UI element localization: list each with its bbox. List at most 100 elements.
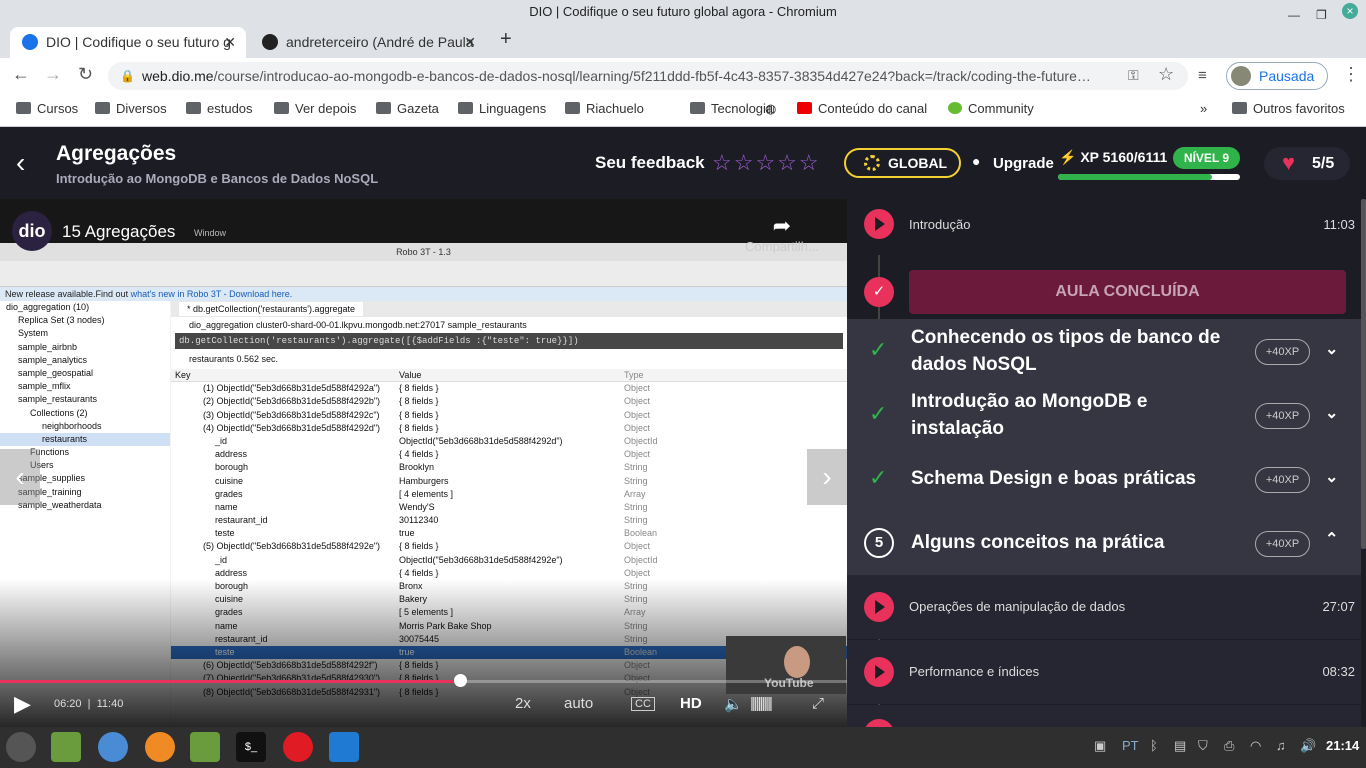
network-icon[interactable]: ▣ [1094, 738, 1106, 754]
close-icon[interactable]: × [1342, 3, 1358, 19]
firefox-icon[interactable] [145, 732, 175, 762]
bookmark-community[interactable]: Community [948, 101, 1034, 116]
seek-handle[interactable] [454, 674, 467, 687]
volume-icon[interactable]: 🔊 [1300, 738, 1316, 754]
more-bookmarks-icon[interactable]: » [1200, 101, 1207, 116]
module-5[interactable]: 5 Alguns conceitos na prática +40XP ⌃ [847, 511, 1361, 575]
table-cell: Brooklyn [399, 462, 435, 473]
opera-icon[interactable] [283, 732, 313, 762]
wifi-icon[interactable]: ◠ [1250, 738, 1261, 754]
close-tab-icon[interactable]: ✕ [464, 27, 476, 58]
media-icon[interactable]: ≡ [1198, 67, 1207, 84]
bookmark-outros[interactable]: Outros favoritos [1232, 101, 1345, 116]
play-icon[interactable]: ▶ [14, 691, 31, 717]
menu-icon[interactable]: ⋮ [1342, 64, 1360, 85]
new-tab-icon[interactable]: + [500, 28, 512, 51]
sidebar-scrollbar[interactable] [1361, 199, 1366, 719]
prev-arrow-icon[interactable]: ‹ [0, 449, 40, 505]
bookmark-cursos[interactable]: Cursos [16, 101, 78, 116]
globe-icon[interactable]: ◍ [765, 101, 776, 117]
video-player[interactable]: Robo 3T - 1.3 New release available.Find… [0, 199, 847, 727]
window-menu: Window [194, 228, 227, 238]
fullscreen-icon[interactable]: ⤢ [812, 695, 824, 712]
chevron-up-icon[interactable]: ⌃ [1325, 529, 1338, 549]
upgrade-link[interactable]: Upgrade [993, 155, 1054, 172]
robo-tab: * db.getCollection('restaurants').aggreg… [171, 301, 847, 317]
play-circle-icon [864, 657, 894, 687]
chevron-down-icon[interactable]: ⌄ [1325, 467, 1338, 487]
scrollbar-thumb[interactable] [1361, 199, 1366, 549]
table-cell: 30112340 [399, 515, 439, 526]
table-row: (5) ObjectId("5eb3d668b31de5d588f4292e")… [171, 540, 847, 553]
bookmark-gazeta[interactable]: Gazeta [376, 101, 439, 116]
key-icon[interactable]: ⚿ [1128, 67, 1139, 84]
bookmark-tecnologia[interactable]: Tecnologia [690, 101, 773, 116]
forward-icon[interactable]: → [44, 64, 62, 85]
url-field[interactable]: 🔒 web.dio.me/course/introducao-ao-mongod… [108, 62, 1188, 90]
shield-icon[interactable]: ⛉ [1198, 738, 1208, 754]
captions-icon[interactable]: CC [631, 697, 655, 711]
speed-button[interactable]: 2x [515, 695, 531, 712]
global-button[interactable]: GLOBAL [844, 148, 961, 178]
folder-icon [1232, 102, 1247, 114]
volume-icon[interactable]: 🔈 [724, 695, 743, 713]
bluetooth-icon[interactable]: ᛒ [1150, 738, 1158, 753]
lesson-completed-button[interactable]: AULA CONCLUÍDA [909, 270, 1346, 314]
lesson-performance[interactable]: Performance e índices 08:32 [847, 640, 1361, 704]
table-cell: (4) ObjectId("5eb3d668b31de5d588f4292d") [203, 422, 381, 433]
bookmark-label: Linguagens [479, 101, 547, 116]
back-icon[interactable]: ← [12, 64, 30, 85]
robo-conn: dio_aggregation cluster0-shard-00-01.lkp… [189, 320, 527, 330]
hd-button[interactable]: HD [680, 695, 702, 712]
tree-item: sample_airbnb [18, 341, 78, 352]
keyboard-lang[interactable]: PT [1122, 738, 1139, 753]
tab-github[interactable]: andreterceiro (André de Paula ✕ [250, 27, 486, 58]
module-1[interactable]: ✓ Conhecendo os tipos de banco de dados … [847, 319, 1361, 383]
video-progress[interactable] [0, 680, 847, 683]
next-arrow-icon[interactable]: › [807, 449, 847, 505]
printer-icon[interactable]: ⎙ [1224, 738, 1234, 754]
folder-icon[interactable] [190, 732, 220, 762]
chevron-down-icon[interactable]: ⌄ [1325, 339, 1338, 359]
back-arrow-icon[interactable]: ‹ [16, 147, 25, 179]
bolt-icon: ⚡ [1059, 149, 1077, 165]
clipboard-icon[interactable]: ▤ [1174, 738, 1186, 754]
volume-slider[interactable]: ||||||||||| [750, 695, 773, 712]
bookmark-ver-depois[interactable]: Ver depois [274, 101, 356, 116]
bookmark-riachuelo[interactable]: Riachuelo [565, 101, 644, 116]
table-cell: cuisine [215, 475, 244, 486]
lesson-intro[interactable]: Introdução 11:03 [847, 199, 1361, 255]
quality-button[interactable]: auto [564, 695, 593, 712]
tab-dio[interactable]: DIO | Codifique o seu futuro g ✕ [10, 27, 246, 58]
vscode-icon[interactable] [329, 732, 359, 762]
lesson-operacoes[interactable]: Operações de manipulação de dados 27:07 [847, 575, 1361, 639]
feedback-stars[interactable]: ☆☆☆☆☆ [712, 150, 821, 176]
chromium-icon[interactable] [98, 732, 128, 762]
profile-button[interactable]: Pausada [1226, 62, 1328, 90]
close-tab-icon[interactable]: ✕ [224, 27, 236, 58]
table-cell: ObjectId("5eb3d668b31de5d588f4292d") [399, 435, 563, 446]
bookmark-linguagens[interactable]: Linguagens [458, 101, 546, 116]
chevron-down-icon[interactable]: ⌄ [1325, 403, 1338, 423]
table-row: cuisine Hamburgers String [171, 475, 847, 488]
bookmark-conteudo[interactable]: Conteúdo do canal [797, 101, 927, 116]
module-2[interactable]: ✓ Introdução ao MongoDB e instalação +40… [847, 383, 1361, 447]
robo-result: restaurants 0.562 sec. [189, 354, 279, 364]
check-icon: ✓ [869, 337, 888, 362]
terminal-icon[interactable]: $_ [236, 732, 266, 762]
files-icon[interactable] [51, 732, 81, 762]
music-icon[interactable]: ♫ [1276, 738, 1286, 753]
bookmark-star-icon[interactable]: ☆ [1158, 64, 1174, 85]
mint-menu-icon[interactable] [6, 732, 36, 762]
clock[interactable]: 21:14 [1326, 738, 1359, 753]
module-3[interactable]: ✓ Schema Design e boas práticas +40XP ⌄ [847, 447, 1361, 511]
reload-icon[interactable]: ↻ [78, 64, 93, 85]
module-title: Conhecendo os tipos de banco de dados No… [911, 327, 1221, 375]
table-cell: Object [624, 449, 651, 460]
lesson-next[interactable] [847, 705, 1361, 727]
bookmark-diversos[interactable]: Diversos [95, 101, 167, 116]
folder-icon [186, 102, 201, 114]
robo-cols: Key Value Type [171, 369, 847, 383]
share-button[interactable]: ➦ Compartilh... [745, 213, 819, 254]
bookmark-estudos[interactable]: estudos [186, 101, 253, 116]
